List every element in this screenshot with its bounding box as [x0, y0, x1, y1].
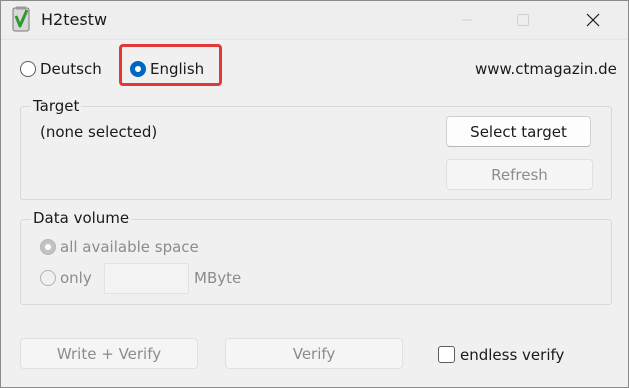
endless-verify-label: endless verify	[460, 346, 565, 364]
radio-circle-selected[interactable]	[130, 61, 146, 77]
radio-english-label: English	[150, 60, 205, 78]
data-volume-group-label: Data volume	[31, 209, 132, 227]
window-title: H2testw	[41, 10, 108, 29]
radio-deutsch-label: Deutsch	[40, 60, 102, 78]
close-icon	[586, 13, 600, 27]
refresh-button[interactable]: Refresh	[446, 159, 593, 190]
website-label: www.ctmagazin.de	[475, 60, 617, 78]
target-group-label: Target	[31, 97, 82, 115]
minimize-button[interactable]	[444, 1, 490, 39]
maximize-icon	[517, 14, 529, 26]
radio-circle[interactable]	[20, 61, 36, 77]
minimize-icon	[462, 19, 472, 21]
radio-only-label: only	[60, 269, 92, 287]
maximize-button[interactable]	[500, 1, 546, 39]
write-verify-button[interactable]: Write + Verify	[20, 338, 198, 369]
endless-verify-checkbox[interactable]	[438, 346, 455, 363]
radio-only[interactable]: only	[40, 269, 92, 287]
radio-circle-disabled[interactable]	[40, 270, 56, 286]
close-button[interactable]	[570, 1, 616, 39]
target-selection-text: (none selected)	[40, 123, 158, 141]
h2testw-window: H2testw Deutsch English www.ctmagazin.de	[0, 0, 629, 388]
radio-all-space-label: all available space	[60, 238, 199, 256]
radio-all-space[interactable]: all available space	[40, 238, 199, 256]
title-bar[interactable]: H2testw	[1, 1, 628, 40]
radio-english[interactable]: English	[130, 60, 204, 78]
h2testw-app-icon	[12, 6, 30, 32]
verify-button[interactable]: Verify	[225, 338, 403, 369]
mbyte-input[interactable]	[104, 263, 189, 294]
mbyte-unit-label: MByte	[194, 269, 242, 287]
radio-circle-disabled-selected[interactable]	[40, 239, 56, 255]
select-target-button[interactable]: Select target	[446, 116, 591, 147]
radio-deutsch[interactable]: Deutsch	[20, 60, 102, 78]
